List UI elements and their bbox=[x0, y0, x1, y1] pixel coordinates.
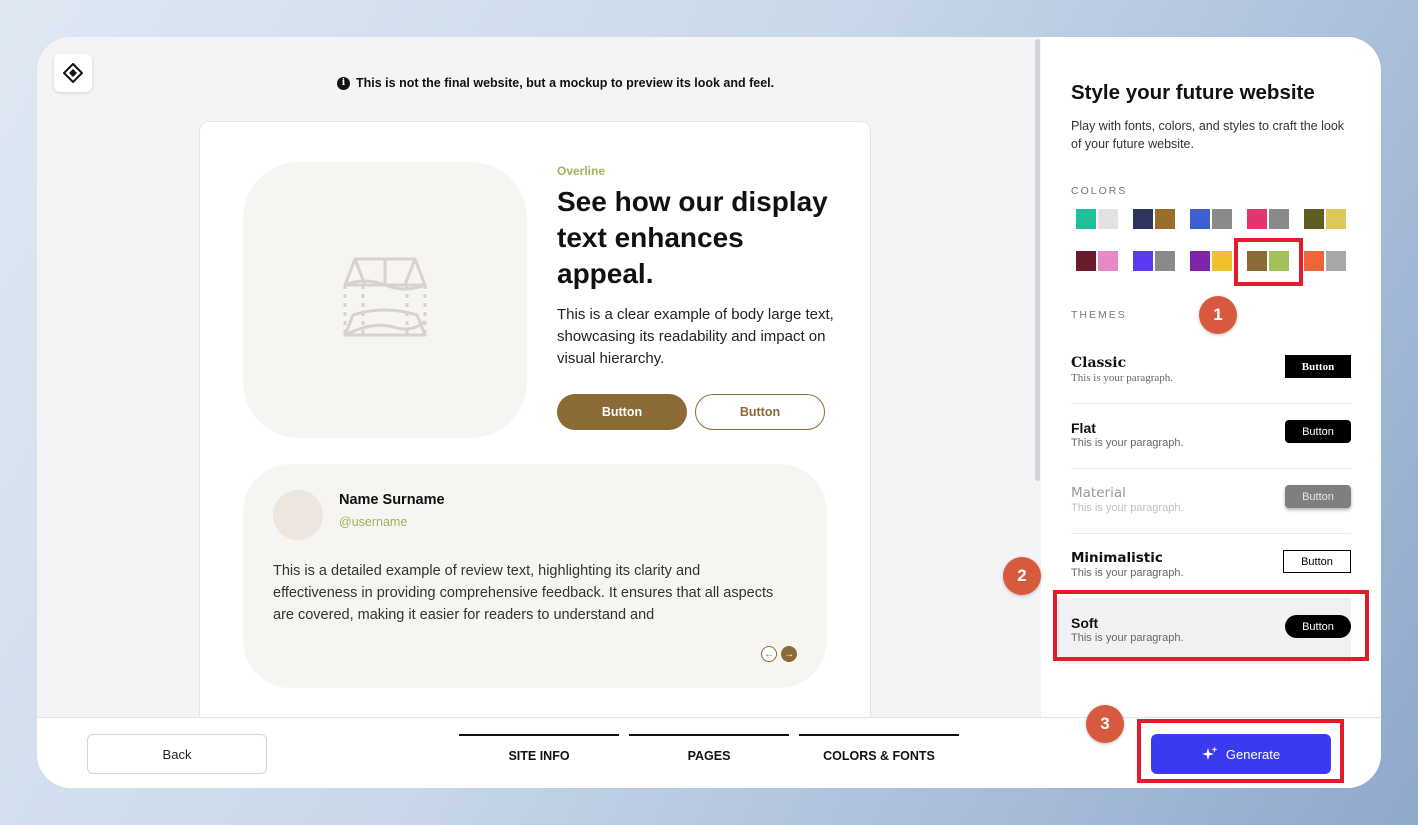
swatch-color bbox=[1076, 251, 1096, 271]
theme-sample-button: Button bbox=[1283, 550, 1351, 573]
color-swatch[interactable] bbox=[1133, 251, 1177, 271]
preview-scrollbar[interactable] bbox=[1035, 39, 1040, 481]
step-badge-1: 1 bbox=[1199, 296, 1237, 334]
swatch-color bbox=[1076, 209, 1096, 229]
website-mockup: Overline See how our display text enhanc… bbox=[199, 121, 871, 741]
theme-paragraph: This is your paragraph. bbox=[1071, 372, 1174, 384]
primary-button[interactable]: Button bbox=[557, 394, 687, 430]
swatch-color bbox=[1098, 209, 1118, 229]
swatch-color bbox=[1247, 209, 1267, 229]
swatch-color bbox=[1212, 209, 1232, 229]
secondary-button[interactable]: Button bbox=[695, 394, 825, 430]
swatch-color bbox=[1133, 209, 1153, 229]
image-placeholder bbox=[243, 162, 527, 438]
mockup-notice: i This is not the final website, but a m… bbox=[337, 74, 774, 92]
map-placeholder-icon bbox=[343, 257, 427, 337]
arrow-left-icon[interactable]: ← bbox=[761, 646, 777, 662]
swatch-color bbox=[1155, 251, 1175, 271]
avatar bbox=[273, 490, 323, 540]
swatch-color bbox=[1304, 251, 1324, 271]
swatch-color bbox=[1155, 209, 1175, 229]
hero-text: Overline See how our display text enhanc… bbox=[557, 164, 837, 430]
color-swatch[interactable] bbox=[1247, 209, 1291, 229]
overline: Overline bbox=[557, 164, 606, 178]
display-heading: See how our display text enhances appeal… bbox=[557, 186, 828, 289]
step-badge-2: 2 bbox=[1003, 557, 1041, 595]
color-swatch[interactable] bbox=[1304, 251, 1348, 271]
color-swatch[interactable] bbox=[1190, 209, 1234, 229]
color-swatch[interactable] bbox=[1076, 251, 1120, 271]
themes-label: THEMES bbox=[1071, 309, 1127, 321]
color-swatch[interactable] bbox=[1190, 251, 1234, 271]
review-card: Name Surname @username This is a detaile… bbox=[243, 464, 827, 688]
notice-text: This is not the final website, but a moc… bbox=[356, 76, 775, 90]
swatch-color bbox=[1212, 251, 1232, 271]
swatch-color bbox=[1098, 251, 1118, 271]
theme-sample-button: Button bbox=[1285, 355, 1351, 378]
theme-name: Minimalistic bbox=[1071, 550, 1163, 566]
panel-subtitle: Play with fonts, colors, and styles to c… bbox=[1071, 119, 1345, 151]
color-swatch[interactable] bbox=[1076, 209, 1120, 229]
swatch-color bbox=[1190, 209, 1210, 229]
logo-icon bbox=[63, 63, 83, 83]
info-icon: i bbox=[337, 76, 350, 90]
swatch-color bbox=[1326, 251, 1346, 271]
theme-paragraph: This is your paragraph. bbox=[1071, 502, 1184, 514]
logo[interactable] bbox=[54, 54, 92, 92]
preview-pane: i This is not the final website, but a m… bbox=[37, 37, 1041, 741]
reviewer-name: Name Surname bbox=[339, 492, 445, 508]
theme-paragraph: This is your paragraph. bbox=[1071, 567, 1184, 579]
step-site-info[interactable]: SITE INFO bbox=[459, 734, 619, 774]
theme-name: Flat bbox=[1071, 420, 1096, 436]
review-carousel-nav: ← → bbox=[761, 646, 797, 662]
colors-label: COLORS bbox=[1071, 185, 1128, 197]
review-text: This is a detailed example of review tex… bbox=[273, 563, 774, 623]
step-colors-fonts[interactable]: COLORS & FONTS bbox=[799, 734, 959, 774]
theme-material[interactable]: Material This is your paragraph. Button bbox=[1071, 469, 1351, 534]
color-swatch[interactable] bbox=[1133, 209, 1177, 229]
back-button[interactable]: Back bbox=[87, 734, 267, 774]
theme-name: Material bbox=[1071, 485, 1126, 501]
theme-flat[interactable]: Flat This is your paragraph. Button bbox=[1071, 404, 1351, 469]
step-pages[interactable]: PAGES bbox=[629, 734, 789, 774]
hero-buttons: Button Button bbox=[557, 394, 837, 430]
highlight-soft-theme bbox=[1053, 590, 1369, 661]
highlight-generate-button bbox=[1137, 719, 1344, 783]
swatch-color bbox=[1190, 251, 1210, 271]
swatch-color bbox=[1326, 209, 1346, 229]
theme-sample-button: Button bbox=[1285, 485, 1351, 508]
theme-name: Classic bbox=[1071, 355, 1127, 371]
theme-classic[interactable]: Classic This is your paragraph. Button bbox=[1071, 339, 1351, 404]
body-large-text: This is a clear example of body large te… bbox=[557, 306, 834, 367]
theme-paragraph: This is your paragraph. bbox=[1071, 437, 1184, 449]
swatch-color bbox=[1269, 209, 1289, 229]
color-swatch[interactable] bbox=[1304, 209, 1348, 229]
swatch-color bbox=[1304, 209, 1324, 229]
reviewer-username: @username bbox=[339, 515, 408, 529]
step-badge-3: 3 bbox=[1086, 705, 1124, 743]
panel-title: Style your future website bbox=[1071, 81, 1315, 104]
highlight-selected-palette bbox=[1234, 238, 1303, 286]
app-window: i This is not the final website, but a m… bbox=[37, 37, 1381, 788]
theme-sample-button: Button bbox=[1285, 420, 1351, 443]
swatch-color bbox=[1133, 251, 1153, 271]
arrow-right-icon[interactable]: → bbox=[781, 646, 797, 662]
